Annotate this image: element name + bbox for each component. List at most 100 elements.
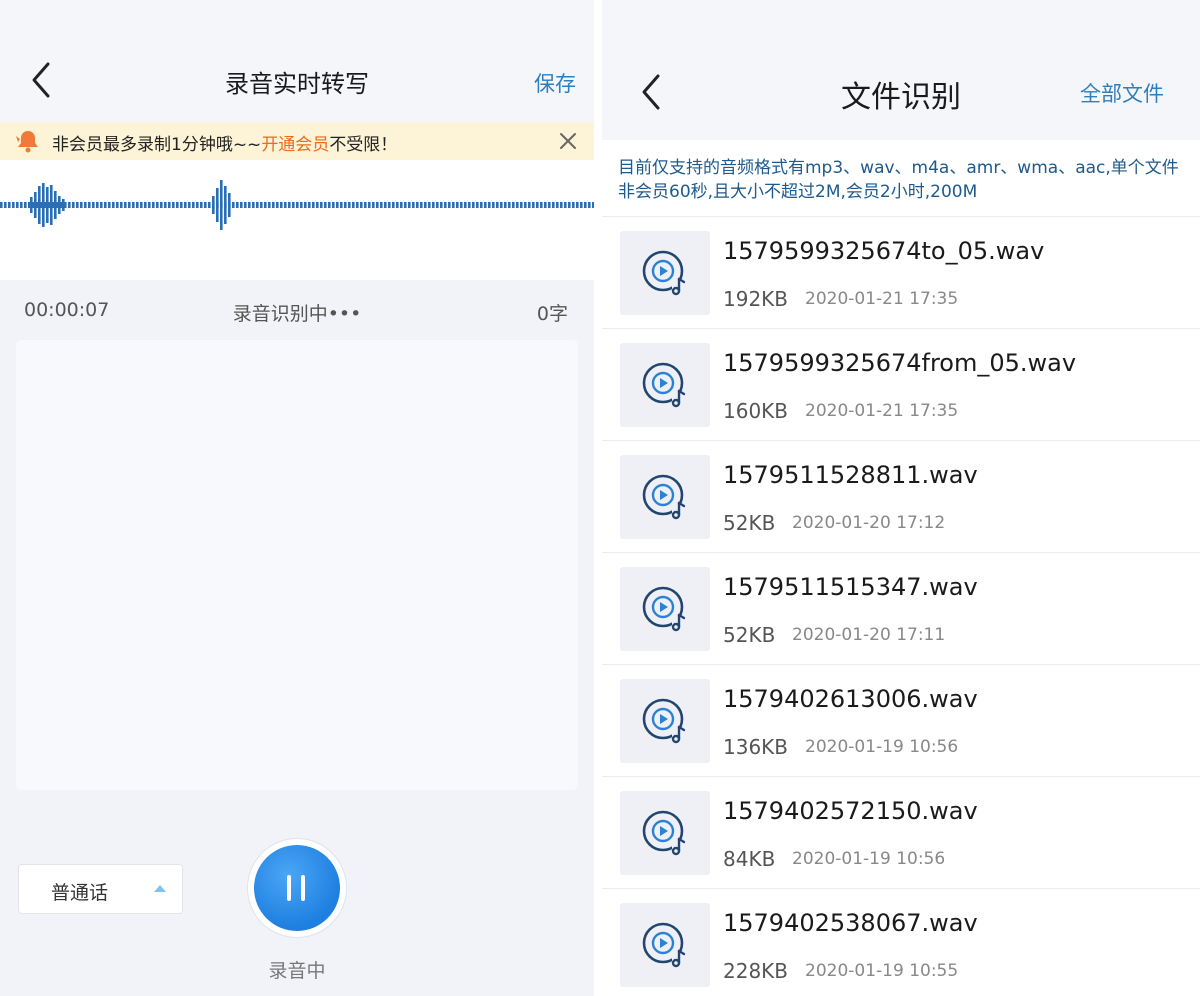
waveform-tick: [208, 202, 211, 208]
file-date: 2020-01-21 17:35: [805, 289, 959, 309]
waveform-tick: [304, 202, 307, 208]
waveform-tick: [136, 202, 139, 208]
waveform-tick: [480, 202, 483, 208]
waveform-tick: [104, 202, 107, 208]
waveform-tick: [580, 202, 583, 208]
audio-file-thumbnail: [620, 567, 710, 651]
waveform-tick: [512, 202, 515, 208]
language-select-value: 普通话: [51, 882, 109, 904]
audio-file-thumbnail: [620, 903, 710, 987]
waveform-tick: [376, 202, 379, 208]
banner-text-prefix: 非会员最多录制1分钟哦~~: [52, 135, 262, 155]
audio-file-thumbnail: [620, 231, 710, 315]
file-name: 1579599325674to_05.wav: [723, 237, 1045, 265]
audio-file-icon: [642, 362, 686, 408]
waveform-tick: [260, 202, 263, 208]
bell-icon: [16, 131, 38, 153]
waveform-bar: [46, 187, 49, 223]
waveform-tick: [408, 202, 411, 208]
file-list-item[interactable]: 1579511528811.wav 52KB 2020-01-20 17:12: [602, 441, 1200, 553]
waveform-tick: [540, 202, 543, 208]
waveform-tick: [144, 202, 147, 208]
banner-text-suffix: 不受限！: [329, 135, 398, 155]
waveform-tick: [88, 202, 91, 208]
file-name: 1579511528811.wav: [723, 461, 978, 489]
waveform-tick: [556, 202, 559, 208]
transcript-area[interactable]: [16, 340, 578, 790]
file-list-item[interactable]: 1579599325674from_05.wav 160KB 2020-01-21 …: [602, 329, 1200, 441]
file-name: 1579402613006.wav: [723, 685, 978, 713]
waveform-tick: [564, 202, 567, 208]
save-button[interactable]: 保存: [534, 68, 576, 98]
waveform-tick: [164, 202, 167, 208]
waveform-tick: [148, 202, 151, 208]
waveform-tick: [560, 202, 563, 208]
banner-close-button[interactable]: [556, 129, 580, 153]
waveform-bar: [54, 191, 57, 219]
waveform-tick: [124, 202, 127, 208]
waveform-tick: [388, 202, 391, 208]
file-size: 84KB: [723, 847, 776, 871]
open-vip-link[interactable]: 开通会员: [261, 135, 329, 155]
waveform-tick: [352, 202, 355, 208]
caret-up-icon: [154, 885, 166, 892]
all-files-button[interactable]: 全部文件: [1080, 78, 1164, 108]
waveform-tick: [180, 202, 183, 208]
file-size: 136KB: [723, 735, 789, 759]
waveform-tick: [504, 202, 507, 208]
waveform-tick: [528, 202, 531, 208]
file-list-item[interactable]: 1579402572150.wav 84KB 2020-01-19 10:56: [602, 777, 1200, 889]
waveform-tick: [312, 202, 315, 208]
waveform-tick: [432, 202, 435, 208]
waveform-tick: [300, 202, 303, 208]
waveform-tick: [0, 202, 3, 208]
file-date: 2020-01-20 17:12: [792, 513, 946, 533]
waveform-bar: [42, 183, 45, 227]
waveform-bar: [62, 199, 65, 211]
member-banner: 非会员最多录制1分钟哦~~开通会员不受限！: [0, 122, 594, 160]
waveform-tick: [472, 202, 475, 208]
screen-divider: [594, 0, 602, 996]
file-list-item[interactable]: 1579402613006.wav 136KB 2020-01-19 10:56: [602, 665, 1200, 777]
waveform-tick: [296, 202, 299, 208]
file-size: 228KB: [723, 959, 789, 983]
waveform-tick: [196, 202, 199, 208]
waveform-tick: [500, 202, 503, 208]
pause-record-button[interactable]: [247, 838, 347, 938]
banner-text: 非会员最多录制1分钟哦~~开通会员不受限！: [52, 130, 397, 155]
word-count: 0字: [536, 303, 568, 325]
waveform-tick: [160, 202, 163, 208]
waveform-tick: [396, 202, 399, 208]
waveform-tick: [276, 202, 279, 208]
waveform-tick: [20, 202, 23, 208]
waveform-tick: [236, 202, 239, 208]
waveform-tick: [132, 202, 135, 208]
file-name: 1579511515347.wav: [723, 573, 978, 601]
waveform-tick: [384, 202, 387, 208]
file-list-item[interactable]: 1579599325674to_05.wav 192KB 2020-01-21 17…: [602, 217, 1200, 329]
audio-file-icon: [642, 810, 686, 856]
record-state-label: 录音中: [268, 960, 326, 982]
waveform-tick: [268, 202, 271, 208]
waveform-tick: [360, 202, 363, 208]
language-select[interactable]: 普通话: [18, 864, 183, 914]
waveform-tick: [4, 202, 7, 208]
waveform-tick: [68, 202, 71, 208]
audio-file-icon: [642, 250, 686, 296]
file-name: 1579599325674from_05.wav: [723, 349, 1077, 377]
file-list-item[interactable]: 1579511515347.wav 52KB 2020-01-20 17:11: [602, 553, 1200, 665]
waveform-tick: [140, 202, 143, 208]
file-size: 52KB: [723, 511, 776, 535]
waveform-tick: [100, 202, 103, 208]
waveform-tick: [568, 202, 571, 208]
file-date: 2020-01-20 17:11: [792, 625, 946, 645]
file-name: 1579402538067.wav: [723, 909, 978, 937]
waveform-tick: [448, 202, 451, 208]
waveform-tick: [172, 202, 175, 208]
file-recognition-screen: 文件识别 全部文件 目前仅支持的音频格式有mp3、wav、m4a、amr、wma…: [602, 0, 1200, 996]
waveform-tick: [8, 202, 11, 208]
file-list-item[interactable]: 1579402538067.wav 228KB 2020-01-19 10:55: [602, 889, 1200, 996]
waveform-tick: [320, 202, 323, 208]
pause-icon-bar: [301, 875, 305, 901]
waveform-tick: [92, 202, 95, 208]
